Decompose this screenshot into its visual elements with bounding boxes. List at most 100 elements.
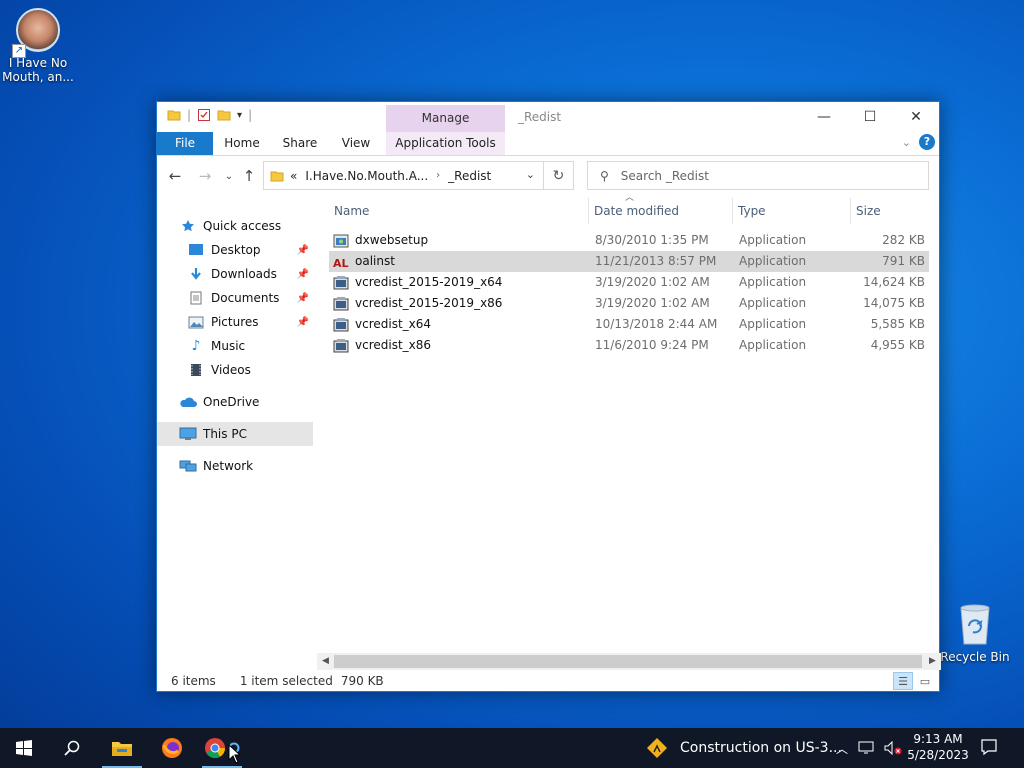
tab-view[interactable]: View: [331, 132, 381, 155]
svg-text:AL: AL: [333, 257, 349, 270]
forward-button[interactable]: →: [195, 166, 215, 186]
clock[interactable]: 9:13 AM 5/28/2023: [906, 731, 970, 763]
file-row-vcredist-x64[interactable]: vcredist_x64 10/13/2018 2:44 AM Applicat…: [329, 314, 929, 335]
new-folder-icon[interactable]: [217, 108, 231, 122]
sidebar-item-desktop[interactable]: Desktop 📌: [157, 238, 313, 262]
column-header-name[interactable]: Name: [329, 198, 589, 224]
address-folder-icon: [270, 171, 284, 181]
up-button[interactable]: ↑: [239, 166, 259, 186]
address-overflow[interactable]: «: [290, 169, 297, 183]
manage-context-tab[interactable]: Manage: [386, 105, 505, 132]
file-type: Application: [739, 254, 807, 268]
large-icons-view-icon[interactable]: ▭: [915, 672, 935, 690]
show-hidden-icons-icon[interactable]: ︿: [836, 740, 848, 757]
details-view-icon[interactable]: ☰: [893, 672, 913, 690]
pin-icon[interactable]: 📌: [297, 245, 309, 256]
taskbar: Construction on US-3... ︿ 9:13 AM 5/28/2…: [0, 728, 1024, 768]
scroll-left-icon[interactable]: ◀: [317, 653, 334, 670]
sidebar-item-pictures[interactable]: Pictures 📌: [157, 310, 313, 334]
sidebar-item-label: Documents: [211, 291, 280, 305]
expand-ribbon-icon[interactable]: ⌄: [902, 136, 911, 149]
news-widget[interactable]: Construction on US-3...: [646, 728, 842, 768]
tab-home[interactable]: Home: [217, 132, 267, 155]
recent-locations-button[interactable]: ⌄: [219, 166, 239, 186]
file-size: 4,955 KB: [870, 338, 925, 352]
downloads-icon: [187, 266, 205, 282]
installer-icon: [333, 338, 349, 352]
pin-icon[interactable]: 📌: [297, 269, 309, 280]
tab-share[interactable]: Share: [275, 132, 325, 155]
status-selection: 1 item selected: [239, 674, 333, 688]
window-title: _Redist: [518, 110, 562, 124]
tab-application-tools[interactable]: Application Tools: [386, 132, 505, 155]
search-box[interactable]: ⚲: [587, 161, 929, 190]
volume-muted-icon[interactable]: [884, 741, 902, 755]
back-button[interactable]: ←: [165, 166, 185, 186]
installer-icon: [333, 317, 349, 331]
address-segment-game[interactable]: I.Have.No.Mouth.A...: [305, 169, 428, 183]
address-bar[interactable]: « I.Have.No.Mouth.A... › _Redist ⌄: [263, 161, 544, 190]
file-type: Application: [739, 296, 807, 310]
help-icon[interactable]: ?: [919, 134, 935, 150]
address-dropdown-icon[interactable]: ⌄: [526, 168, 535, 181]
desktop-recycle-bin[interactable]: Recycle Bin: [937, 602, 1013, 664]
sidebar-item-videos[interactable]: Videos: [157, 358, 313, 382]
firefox-taskbar-button[interactable]: [148, 728, 196, 768]
status-item-count: 6 items: [171, 674, 216, 688]
refresh-button[interactable]: ↻: [544, 161, 574, 190]
horizontal-scrollbar[interactable]: ◀ ▶: [317, 653, 941, 670]
recycle-bin-icon: [955, 602, 995, 646]
qat-dropdown-icon[interactable]: ▾: [237, 110, 242, 121]
file-row-oalinst[interactable]: AL oalinst 11/21/2013 8:57 PM Applicatio…: [329, 251, 929, 272]
system-tray: ︿: [836, 728, 902, 768]
search-taskbar-button[interactable]: [48, 728, 96, 768]
column-header-type[interactable]: Type: [733, 198, 851, 224]
file-name: vcredist_2015-2019_x86: [355, 296, 503, 310]
column-header-size[interactable]: Size: [851, 198, 929, 224]
computer-icon: [179, 426, 197, 442]
installer-icon: [333, 296, 349, 310]
file-row-vcredist-x86[interactable]: vcredist_x86 11/6/2010 9:24 PM Applicati…: [329, 335, 929, 356]
desktop-game-shortcut[interactable]: ↗ I Have No Mouth, an...: [0, 8, 76, 84]
status-selection-size: 790 KB: [340, 674, 384, 688]
firefox-icon: [162, 738, 182, 758]
title-bar: | ▾ | Manage _Redist — ☐ ✕: [157, 102, 939, 132]
sidebar-item-quick-access[interactable]: Quick access: [157, 214, 313, 238]
network-tray-icon[interactable]: [858, 741, 874, 755]
explorer-window: | ▾ | Manage _Redist — ☐ ✕ File Home Sha…: [156, 101, 941, 692]
start-button[interactable]: [0, 728, 48, 768]
view-switcher: ☰ ▭: [893, 672, 935, 690]
maximize-button[interactable]: ☐: [847, 102, 893, 131]
file-row-vcredist-2015-2019-x64[interactable]: vcredist_2015-2019_x64 3/19/2020 1:02 AM…: [329, 272, 929, 293]
sidebar-item-documents[interactable]: Documents 📌: [157, 286, 313, 310]
file-explorer-taskbar-button[interactable]: [98, 728, 146, 768]
column-header-date-modified[interactable]: Date modified: [589, 198, 733, 224]
scrollbar-thumb[interactable]: [334, 655, 922, 668]
sidebar-item-music[interactable]: ♪ Music: [157, 334, 313, 358]
sidebar-item-onedrive[interactable]: OneDrive: [157, 390, 313, 414]
pin-icon[interactable]: 📌: [297, 317, 309, 328]
search-icon: ⚲: [600, 168, 609, 183]
minimize-button[interactable]: —: [801, 102, 847, 131]
file-date: 11/21/2013 8:57 PM: [595, 254, 717, 268]
sidebar-item-downloads[interactable]: Downloads 📌: [157, 262, 313, 286]
tab-file[interactable]: File: [157, 132, 213, 155]
properties-icon[interactable]: [197, 108, 211, 122]
file-size: 282 KB: [882, 233, 925, 247]
address-segment-redist[interactable]: _Redist: [448, 169, 491, 183]
search-input[interactable]: [620, 168, 901, 183]
sidebar-item-label: Music: [211, 339, 246, 353]
file-row-dxwebsetup[interactable]: dxwebsetup 8/30/2010 1:35 PM Application…: [329, 230, 929, 251]
file-size: 5,585 KB: [870, 317, 925, 331]
windows-logo-icon: [16, 740, 32, 756]
cloud-icon: [179, 394, 197, 410]
sidebar-item-network[interactable]: Network: [157, 454, 313, 478]
sidebar-item-this-pc[interactable]: This PC: [157, 422, 313, 446]
pin-icon[interactable]: 📌: [297, 293, 309, 304]
desktop-icon: [187, 242, 205, 258]
scroll-right-icon[interactable]: ▶: [924, 653, 941, 670]
notification-center-icon[interactable]: [980, 738, 1000, 758]
file-row-vcredist-2015-2019-x86[interactable]: vcredist_2015-2019_x86 3/19/2020 1:02 AM…: [329, 293, 929, 314]
close-button[interactable]: ✕: [893, 102, 939, 131]
address-separator-icon[interactable]: ›: [436, 170, 440, 181]
